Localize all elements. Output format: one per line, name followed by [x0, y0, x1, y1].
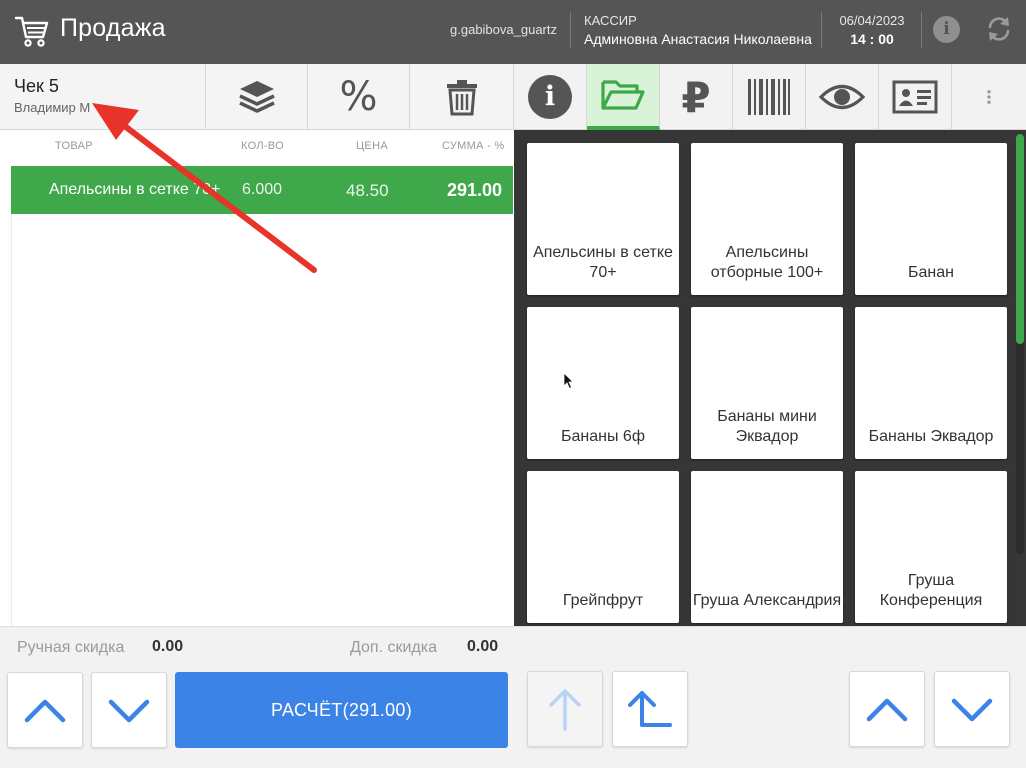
product-tile[interactable]: Апельсины отборные 100+ — [691, 143, 843, 295]
chevron-up-icon — [866, 698, 908, 722]
tab-barcode[interactable] — [733, 64, 806, 130]
level-up-icon — [628, 691, 672, 727]
header-time: 14 : 00 — [850, 31, 894, 47]
receipt-panel: Чек 5 Владимир М % ТОВАР КОЛ-ВО ЦЕНА СУМ… — [0, 64, 514, 768]
page-title: Продажа — [60, 14, 166, 42]
info-icon: i — [528, 75, 572, 119]
user-name: Админовна Анастасия Николаевна — [584, 31, 812, 47]
column-header-product: ТОВАР — [55, 140, 93, 152]
manual-discount-label: Ручная скидка — [17, 639, 125, 656]
cart-icon — [14, 16, 49, 47]
layers-button[interactable] — [206, 64, 308, 130]
product-tile[interactable]: Грейпфрут — [527, 471, 679, 623]
app-header: Продажа g.gabibova_guartz КАССИР Админов… — [0, 0, 1026, 64]
scrollbar-thumb[interactable] — [1016, 134, 1024, 344]
product-tile[interactable]: Бананы 6ф — [527, 307, 679, 459]
row-qty: 6.000 — [242, 181, 283, 198]
parent-folder-button[interactable] — [612, 671, 688, 747]
page-down-button[interactable] — [934, 671, 1010, 747]
check-customer: Владимир М — [14, 100, 91, 115]
ruble-icon: ₽ — [681, 72, 711, 122]
arrow-up-icon — [549, 689, 581, 731]
delete-button[interactable] — [410, 64, 514, 130]
product-tile[interactable]: Бананы мини Эквадор — [691, 307, 843, 459]
layers-icon — [238, 80, 275, 113]
folder-up-button[interactable] — [527, 671, 603, 747]
mouse-cursor-icon — [563, 372, 574, 390]
catalog-controls — [514, 626, 1026, 768]
more-vertical-icon — [987, 90, 991, 104]
percent-icon: % — [339, 73, 378, 120]
manual-discount-value: 0.00 — [152, 638, 184, 655]
tab-catalog[interactable] — [587, 64, 660, 130]
user-role: КАССИР — [584, 13, 637, 28]
header-divider — [921, 12, 922, 48]
folder-open-icon — [601, 80, 645, 110]
check-info[interactable]: Чек 5 Владимир М — [0, 64, 206, 130]
row-sum: 291.00 — [446, 180, 502, 200]
product-grid: Апельсины в сетке 70+ Апельсины отборные… — [514, 130, 1026, 626]
product-tile[interactable]: Груша Александрия — [691, 471, 843, 623]
tab-info[interactable]: i — [514, 64, 587, 130]
product-tile[interactable]: Бананы Эквадор — [855, 307, 1007, 459]
eye-icon — [819, 84, 865, 110]
receipt-items-list — [11, 214, 513, 626]
product-tile[interactable]: Банан — [855, 143, 1007, 295]
header-date: 06/04/2023 — [839, 13, 905, 28]
scroll-down-button[interactable] — [91, 672, 167, 748]
table-row[interactable]: Апельсины в сетке 70+ 6.000 48.50 291.00 — [11, 166, 513, 214]
trash-icon — [446, 79, 477, 115]
tab-customer-card[interactable] — [879, 64, 952, 130]
header-divider — [570, 12, 571, 48]
catalog-tabs: i ₽ — [514, 64, 1026, 130]
chevron-down-icon — [951, 698, 993, 722]
product-tile[interactable]: Апельсины в сетке 70+ — [527, 143, 679, 295]
column-header-price: ЦЕНА — [356, 140, 388, 152]
header-divider — [821, 12, 822, 48]
check-title: Чек 5 — [14, 76, 59, 96]
barcode-icon — [748, 79, 790, 115]
user-login: g.gabibova_guartz — [450, 22, 557, 37]
column-header-sum: СУММА - % — [442, 140, 505, 152]
chevron-up-icon — [24, 699, 66, 723]
page-up-button[interactable] — [849, 671, 925, 747]
extra-discount-label: Доп. скидка — [350, 639, 437, 656]
more-menu-button[interactable] — [952, 64, 1026, 130]
chevron-down-icon — [108, 699, 150, 723]
id-card-icon — [892, 80, 938, 114]
catalog-panel: i ₽ Апельсины в сетке 70+ Апельсины отбо… — [514, 64, 1026, 768]
row-product-name: Апельсины в сетке 70+ — [49, 181, 221, 198]
discount-button[interactable]: % — [308, 64, 410, 130]
scroll-up-button[interactable] — [7, 672, 83, 748]
tab-view[interactable] — [806, 64, 879, 130]
product-tile[interactable]: Груша Конференция — [855, 471, 1007, 623]
tab-price[interactable]: ₽ — [660, 64, 733, 130]
column-header-qty: КОЛ-ВО — [241, 140, 284, 152]
sync-icon[interactable] — [984, 14, 1014, 44]
receipt-controls: РАСЧЁТ(291.00) — [0, 666, 514, 768]
extra-discount-value: 0.00 — [467, 638, 499, 655]
pay-button[interactable]: РАСЧЁТ(291.00) — [175, 672, 508, 748]
info-icon[interactable]: i — [933, 16, 960, 43]
row-price: 48.50 — [346, 181, 389, 200]
totals-bar: Ручная скидка 0.00 Доп. скидка 0.00 — [0, 626, 514, 666]
